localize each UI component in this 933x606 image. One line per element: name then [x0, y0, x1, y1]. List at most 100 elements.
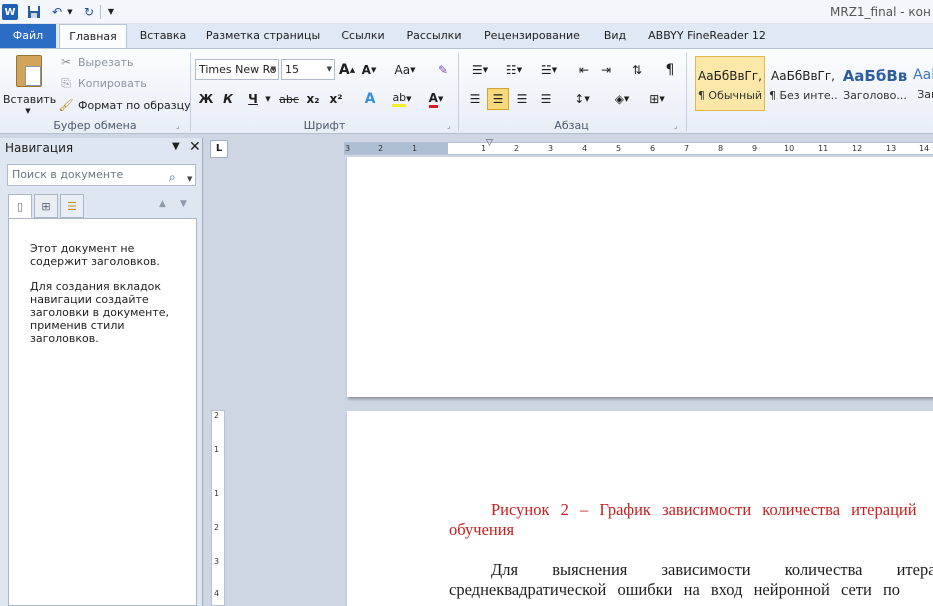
tab-abbyy-finereader[interactable]: ABBYY FineReader 12 — [644, 24, 770, 48]
ruler-tick: 2 — [214, 411, 220, 420]
sort-icon[interactable]: ⇅ — [627, 60, 647, 80]
horizontal-ruler[interactable]: 3 2 1 1 2 3 4 5 6 7 8 9 10 11 12 13 14 ▽ — [344, 138, 933, 155]
clear-formatting-icon[interactable]: ✎ — [433, 60, 453, 80]
figure-caption: Рисунок 2 – График зависимости количеств… — [491, 500, 917, 519]
chevron-down-icon[interactable]: ▼ — [187, 169, 192, 189]
ruler-tick: 1 — [214, 445, 220, 454]
decrease-indent-icon[interactable]: ⇤ — [574, 60, 594, 80]
subscript-button[interactable]: x₂ — [304, 89, 322, 109]
paragraph-group-label: Абзац — [554, 119, 589, 132]
tab-view[interactable]: Вид — [596, 24, 634, 48]
next-arrow-icon[interactable]: ▼ — [180, 199, 187, 209]
chevron-down-icon: ▼ — [326, 65, 332, 73]
style-normal[interactable]: АаБбВвГг, ¶ Обычный — [695, 56, 765, 111]
multilevel-list-button[interactable]: ☱ ▼ — [535, 60, 563, 80]
text-effects-icon[interactable]: A — [360, 89, 380, 109]
change-case-button[interactable]: Aa ▼ — [392, 60, 418, 80]
align-left-icon[interactable]: ☰ — [465, 89, 485, 109]
tab-review[interactable]: Рецензирование — [478, 24, 586, 48]
style-heading-1[interactable]: АаБбВв Заголово... — [840, 56, 910, 111]
numbering-button[interactable]: ☷ ▼ — [500, 60, 528, 80]
italic-button[interactable]: К — [219, 89, 237, 109]
close-icon[interactable]: ✕ — [189, 139, 201, 155]
tab-browse-pages[interactable]: ⊞ — [34, 194, 58, 218]
increase-indent-icon[interactable]: ⇥ — [596, 60, 616, 80]
underline-dropdown-icon[interactable]: ▼ — [264, 89, 272, 109]
justify-icon[interactable]: ☰ — [536, 89, 556, 109]
line-spacing-icon: ↕ — [574, 92, 585, 106]
ruler-tick: 3 — [548, 144, 554, 153]
copy-button[interactable]: ⎘ Копировать — [58, 73, 147, 93]
cut-button[interactable]: ✂ Вырезать — [58, 52, 134, 72]
style-no-spacing[interactable]: АаБбВвГг, ¶ Без инте... — [768, 56, 838, 111]
ruler-tick: 1 — [412, 144, 418, 153]
bold-button[interactable]: Ж — [197, 89, 215, 109]
grow-font-button[interactable]: A ▲ — [338, 60, 356, 80]
undo-icon[interactable]: ↶ — [50, 3, 64, 20]
ruler-left-margin — [344, 143, 448, 154]
document-page[interactable] — [347, 157, 933, 397]
font-name-combo[interactable]: Times New Ro ▼ — [195, 59, 279, 80]
previous-arrow-icon[interactable]: ▲ — [159, 199, 166, 209]
font-size-value: 15 — [285, 63, 299, 76]
document-page[interactable]: Рисунок 2 – График зависимости количеств… — [347, 411, 933, 606]
navigation-results: Этот документ не содержит заголовков. Дл… — [8, 218, 197, 606]
ruler-tick: 11 — [818, 144, 829, 153]
tab-file[interactable]: Файл — [0, 24, 56, 48]
tab-references[interactable]: Ссылки — [333, 24, 393, 48]
tab-browse-headings[interactable]: ▯ — [8, 194, 32, 218]
font-group-label: Шрифт — [303, 119, 346, 132]
title-bar: W ↶ ▼ ↻ ▼ MRZ1_final - кон — [0, 0, 933, 24]
save-icon[interactable] — [26, 3, 42, 20]
line-spacing-button[interactable]: ↕ ▼ — [569, 89, 595, 109]
tab-insert[interactable]: Вставка — [130, 24, 196, 48]
ruler-tick: 2 — [214, 523, 220, 532]
paste-dropdown-icon[interactable]: ▼ — [3, 107, 53, 115]
no-headings-message: Этот документ не содержит заголовков. — [30, 242, 160, 268]
vertical-ruler[interactable]: 2 1 1 2 3 4 — [211, 410, 225, 606]
ruler-tick: 5 — [616, 144, 622, 153]
tab-selector[interactable]: L — [210, 140, 228, 158]
tab-browse-results[interactable]: ☰ — [60, 194, 84, 218]
customize-quick-access-icon[interactable]: ▼ — [106, 3, 116, 20]
align-center-icon[interactable]: ☰ — [487, 88, 509, 110]
font-color-button[interactable]: A ▼ — [424, 89, 448, 109]
chevron-down-icon[interactable]: ▼ — [172, 141, 180, 152]
paragraph-dialog-launcher-icon[interactable]: ⌟ — [674, 121, 678, 130]
align-right-icon[interactable]: ☰ — [512, 89, 532, 109]
navigation-title: Навигация — [5, 141, 74, 155]
ruler-tick: 2 — [514, 144, 520, 153]
tab-home[interactable]: Главная — [59, 24, 127, 49]
quick-access-divider — [100, 5, 101, 19]
show-formatting-button[interactable]: ¶ — [660, 60, 680, 80]
underline-button[interactable]: Ч — [244, 89, 262, 109]
search-icon[interactable]: ⌕ — [169, 167, 176, 187]
tab-mailings[interactable]: Рассылки — [400, 24, 468, 48]
bullets-button[interactable]: ☰ ▼ — [466, 60, 494, 80]
strikethrough-button[interactable]: abc — [278, 89, 300, 109]
clipboard-dialog-launcher-icon[interactable]: ⌟ — [176, 121, 180, 130]
ribbon-tabs: Файл Главная Вставка Разметка страницы С… — [0, 24, 933, 49]
window-title: MRZ1_final - кон — [830, 5, 931, 19]
navigation-pane: Навигация ▼ ✕ Поиск в документе ⌕ ▼ ▯ ⊞ … — [0, 138, 203, 606]
shading-button[interactable]: ◈ ▼ — [609, 89, 635, 109]
document-area[interactable]: Рисунок 2 – График зависимости количеств… — [230, 157, 933, 606]
word-app-icon[interactable]: W — [2, 4, 18, 20]
pages-grid-icon: ⊞ — [41, 199, 51, 213]
paste-button[interactable]: Вставить ▼ — [3, 53, 56, 119]
ruler-tick: 13 — [886, 144, 897, 153]
font-size-combo[interactable]: 15 ▼ — [281, 59, 335, 80]
borders-button[interactable]: ⊞ ▼ — [644, 89, 670, 109]
highlight-color-button[interactable]: ab ▼ — [390, 89, 414, 109]
copy-icon: ⎘ — [61, 75, 71, 90]
undo-dropdown-icon[interactable]: ▼ — [66, 3, 74, 20]
superscript-button[interactable]: x² — [327, 89, 345, 109]
search-input[interactable]: Поиск в документе ⌕ ▼ — [7, 164, 196, 186]
first-line-indent-marker[interactable]: ▽ — [486, 138, 493, 148]
shrink-font-button[interactable]: A ▼ — [360, 60, 378, 80]
style-heading-2[interactable]: АаБ Заг — [912, 56, 933, 111]
tab-page-layout[interactable]: Разметка страницы — [201, 24, 325, 48]
format-painter-button[interactable]: 🖌 Формат по образцу — [58, 95, 190, 115]
redo-icon[interactable]: ↻ — [82, 3, 96, 20]
font-dialog-launcher-icon[interactable]: ⌟ — [447, 121, 451, 130]
